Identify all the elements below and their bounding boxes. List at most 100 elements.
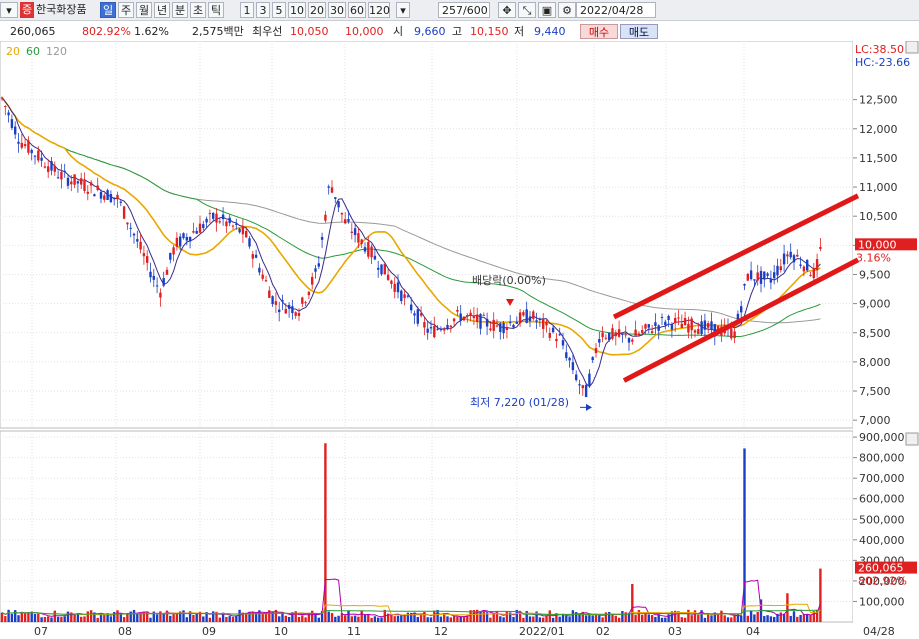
candle — [512, 324, 515, 328]
last-price-label: 10,000 — [858, 238, 897, 251]
candle — [746, 273, 749, 281]
candle — [525, 309, 528, 323]
candle — [571, 362, 575, 371]
candle — [195, 230, 198, 234]
sell-button[interactable]: 매도 — [620, 24, 658, 39]
volume-bar — [281, 612, 284, 622]
volume-bar — [703, 617, 707, 622]
candle — [4, 106, 7, 108]
candle — [683, 317, 687, 326]
period-tab[interactable]: 월 — [136, 2, 152, 18]
candle — [0, 97, 4, 99]
candle — [505, 327, 509, 331]
candle — [756, 272, 759, 281]
interval-tab[interactable]: 5 — [272, 2, 286, 18]
candle — [185, 236, 188, 241]
volume-bar — [512, 616, 515, 622]
period-tab[interactable]: 년 — [154, 2, 170, 18]
candle — [86, 191, 89, 194]
candle — [680, 323, 683, 328]
y-tick-label: 9,500 — [859, 268, 891, 281]
buy-button[interactable]: 매수 — [580, 24, 618, 39]
x-tick-label: 04 — [746, 625, 760, 638]
volume-bar — [10, 614, 14, 622]
candle — [703, 320, 707, 330]
period-tab[interactable]: 분 — [172, 2, 188, 18]
volume-bar — [23, 613, 27, 622]
volume-bar — [733, 614, 736, 622]
save-icon[interactable]: ▣ — [538, 2, 556, 18]
candle — [225, 221, 228, 227]
candle — [334, 197, 337, 199]
period-tab[interactable]: 일 — [100, 2, 116, 18]
candle — [377, 267, 380, 270]
interval-tab[interactable]: 60 — [348, 2, 366, 18]
stock-name[interactable]: 한국화장품 — [36, 2, 98, 18]
volume-tick-label: 400,000 — [859, 534, 905, 547]
volume-bar — [779, 612, 782, 622]
period-tab[interactable]: 초 — [190, 2, 206, 18]
volume-bar — [789, 615, 792, 622]
volume-bar — [363, 614, 367, 622]
volume-bar — [548, 610, 551, 622]
candle — [27, 140, 30, 153]
candle — [509, 322, 512, 324]
crosshair-icon[interactable]: ✥ — [498, 2, 516, 18]
volume-bar — [278, 616, 281, 622]
volume-tick-label: 900,000 — [859, 431, 905, 444]
volume-bar — [169, 615, 172, 622]
volume-bar — [740, 615, 743, 622]
volume-bar — [311, 610, 314, 622]
volume-tick-label: 800,000 — [859, 452, 905, 465]
volume-bar — [337, 615, 340, 622]
volume-bar — [235, 615, 238, 622]
last-change-label: 3.16% — [856, 251, 891, 264]
volume-bar — [773, 616, 776, 622]
volume-bar — [27, 612, 30, 622]
volume-bar — [33, 613, 37, 622]
interval-tab[interactable]: 20 — [308, 2, 326, 18]
y-tick-label: 11,500 — [859, 152, 898, 165]
candle — [581, 385, 584, 389]
candle — [386, 274, 390, 280]
candle — [383, 263, 386, 275]
volume-bar — [489, 617, 492, 622]
candle — [146, 256, 149, 263]
candle — [20, 142, 23, 148]
interval-tab[interactable]: 1 — [240, 2, 254, 18]
volume-bar — [297, 616, 301, 622]
low-price: 9,440 — [534, 25, 566, 38]
candle — [281, 300, 284, 302]
zoom-icon[interactable]: ⤡ — [518, 2, 536, 18]
volume-bar — [426, 617, 429, 622]
candle — [261, 274, 264, 279]
volume-bar — [452, 616, 456, 622]
date-field[interactable]: 2022/04/28 — [576, 2, 656, 18]
volume-value: 260,065 — [10, 25, 56, 38]
volume-bar — [429, 617, 433, 622]
candle — [485, 318, 489, 327]
chevron-down-icon[interactable]: ▾ — [396, 2, 410, 18]
volume-bar — [647, 614, 650, 622]
candle — [235, 223, 238, 225]
interval-tab[interactable]: 10 — [288, 2, 306, 18]
volume-bar — [492, 613, 495, 622]
period-tab[interactable]: 주 — [118, 2, 134, 18]
interval-tab[interactable]: 3 — [256, 2, 270, 18]
candle — [40, 157, 43, 161]
gear-icon[interactable]: ⚙ — [558, 2, 576, 18]
interval-tab[interactable]: 120 — [368, 2, 390, 18]
candle — [753, 279, 756, 281]
candle — [264, 280, 268, 282]
volume-bar — [301, 615, 304, 622]
candle — [327, 186, 330, 188]
period-tab[interactable]: 틱 — [208, 2, 224, 18]
stock-chart: 20 60 120 7,000 7,500 8,000 8,500 9,000 9,500 10,… — [0, 41, 919, 639]
chevron-down-icon[interactable]: ▾ — [0, 2, 18, 18]
y-tick-label: 9,000 — [859, 298, 891, 311]
candle — [136, 239, 139, 242]
count-field[interactable]: 257/600 — [438, 2, 490, 18]
candle — [317, 263, 320, 267]
interval-tab[interactable]: 30 — [328, 2, 346, 18]
volume-bar — [20, 612, 23, 622]
